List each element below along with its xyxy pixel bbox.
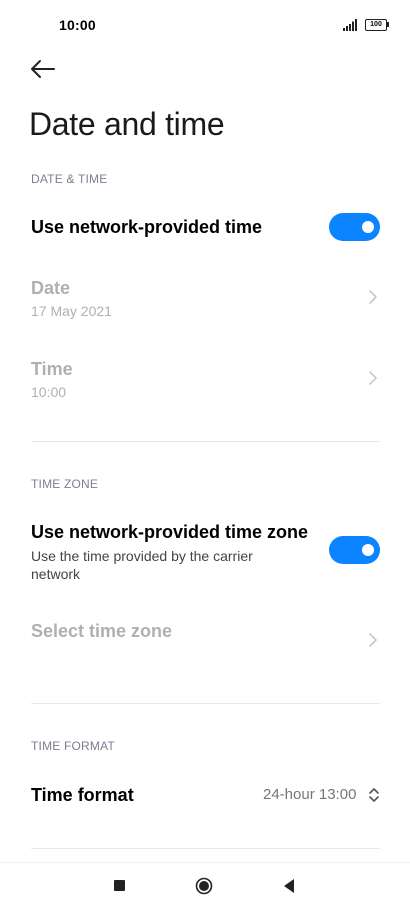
date-value: 17 May 2021: [31, 303, 112, 319]
chevron-right-icon: [369, 290, 377, 304]
section-header-time-format: TIME FORMAT: [31, 739, 115, 753]
battery-icon: 100: [365, 19, 389, 31]
status-time: 10:00: [59, 17, 96, 33]
chevron-up-down-icon: [369, 788, 379, 802]
network-time-label: Use network-provided time: [31, 217, 263, 237]
chevron-right-icon: [369, 371, 377, 385]
section-header-date-time: DATE & TIME: [31, 172, 108, 186]
date-label: Date: [31, 278, 71, 298]
select-zone-label: Select time zone: [31, 621, 173, 641]
chevron-right-icon: [369, 633, 377, 647]
time-format-value: 24-hour 13:00: [263, 786, 357, 803]
network-zone-description: Use the time provided by the carrier net…: [31, 548, 253, 582]
triangle-left-icon[interactable]: [282, 878, 296, 894]
divider: [31, 848, 380, 849]
time-label: Time: [31, 359, 73, 379]
navigation-bar: [0, 862, 410, 912]
section-header-time-zone: TIME ZONE: [31, 477, 99, 491]
signal-icon: [343, 19, 357, 31]
network-zone-toggle[interactable]: [329, 536, 380, 564]
square-icon[interactable]: [114, 880, 125, 891]
time-value: 10:00: [31, 384, 67, 400]
page-title: Date and time: [29, 106, 225, 142]
status-bar: 10:00 100: [0, 0, 410, 50]
back-button[interactable]: [28, 54, 62, 84]
time-format-label: Time format: [31, 785, 134, 805]
arrow-left-icon: [31, 60, 55, 78]
battery-tip: [387, 22, 389, 27]
toggle-knob: [362, 221, 374, 233]
divider: [31, 703, 380, 704]
network-time-toggle[interactable]: [329, 213, 380, 241]
divider: [31, 441, 380, 442]
network-zone-label: Use network-provided time zone: [31, 522, 309, 542]
toggle-knob: [362, 544, 374, 556]
battery-level: 100: [365, 19, 387, 31]
circle-icon[interactable]: [195, 877, 213, 895]
